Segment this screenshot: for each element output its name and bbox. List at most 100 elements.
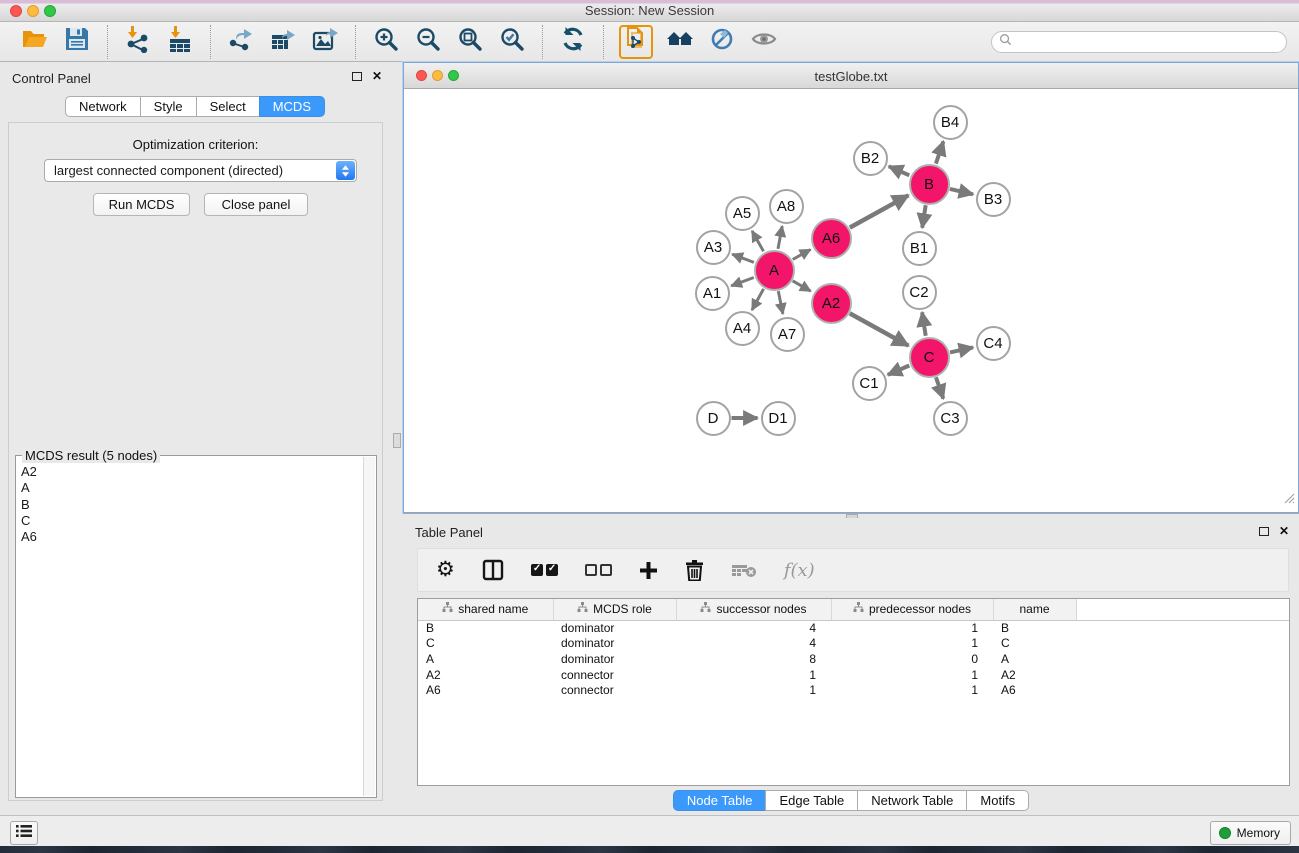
refresh-layout-button[interactable] [552,25,594,59]
tab-mcds[interactable]: MCDS [259,96,325,117]
table-cell[interactable]: C [993,636,1076,652]
network-node-A8[interactable]: A8 [769,189,804,224]
table-cell[interactable]: 1 [676,682,831,698]
unselect-all-columns-button[interactable] [585,564,612,576]
edge-A-A7[interactable] [778,291,783,314]
edge-C-C2[interactable] [922,312,926,336]
table-row[interactable]: Bdominator41B [418,620,1289,636]
network-canvas[interactable]: B4B2BB3A8A5A6A3B1AC2A1A2A4A7C4CC1C3DD1 [405,89,1297,511]
table-cell[interactable]: dominator [553,636,676,652]
edge-A6-B[interactable] [850,195,909,227]
clone-network-button[interactable] [619,25,653,59]
network-node-A3[interactable]: A3 [696,230,731,265]
show-column-button[interactable] [482,559,504,581]
edge-A-A1[interactable] [731,278,754,286]
mcds-result-item[interactable]: B [21,497,363,513]
table-cell[interactable]: connector [553,667,676,683]
home-button[interactable] [659,25,701,59]
float-panel-icon[interactable] [352,72,362,81]
mcds-result-item[interactable]: A [21,480,363,496]
open-session-button[interactable] [14,25,56,59]
select-all-columns-button[interactable] [531,564,558,576]
network-node-C4[interactable]: C4 [976,326,1011,361]
delete-table-button[interactable] [731,562,757,578]
table-cell[interactable]: A6 [418,682,553,698]
network-node-D[interactable]: D [696,401,731,436]
mcds-result-scrollbar[interactable] [363,457,375,796]
task-history-button[interactable] [10,821,38,845]
edge-B-B3[interactable] [950,189,973,194]
table-row[interactable]: Cdominator41C [418,636,1289,652]
vertical-splitter[interactable] [390,62,403,815]
export-image-button[interactable] [304,25,346,59]
table-cell[interactable]: 1 [831,667,993,683]
delete-column-button[interactable] [685,560,704,581]
table-options-button[interactable]: ⚙ [436,560,455,580]
network-node-D1[interactable]: D1 [761,401,796,436]
edge-B-B1[interactable] [922,205,926,228]
search-input[interactable] [1016,33,1286,51]
table-cell[interactable]: 0 [831,651,993,667]
network-node-C2[interactable]: C2 [902,275,937,310]
zoom-in-button[interactable] [365,25,407,59]
edge-B-B2[interactable] [889,166,910,175]
close-panel-button[interactable]: Close panel [204,193,308,216]
network-node-C1[interactable]: C1 [852,366,887,401]
network-node-A4[interactable]: A4 [725,311,760,346]
column-header-successor-nodes[interactable]: successor nodes [676,599,831,620]
tab-select[interactable]: Select [196,96,260,117]
mcds-result-item[interactable]: A6 [21,529,363,545]
node-table-body[interactable]: Bdominator41BCdominator41CAdominator80AA… [418,620,1289,698]
edge-A-A5[interactable] [752,231,764,251]
table-cell[interactable]: 1 [676,667,831,683]
table-cell[interactable]: 1 [831,682,993,698]
table-cell[interactable]: 4 [676,636,831,652]
table-cell[interactable]: A2 [418,667,553,683]
table-cell[interactable]: dominator [553,620,676,636]
zoom-selected-button[interactable] [491,25,533,59]
network-node-A5[interactable]: A5 [725,196,760,231]
edge-A-A4[interactable] [752,289,764,310]
edge-C-C1[interactable] [888,366,910,375]
table-cell[interactable]: A [418,651,553,667]
column-header-MCDS-role[interactable]: MCDS role [553,599,676,620]
node-table-header[interactable]: shared nameMCDS rolesuccessor nodesprede… [418,599,1289,620]
close-panel-icon[interactable]: ✕ [372,71,382,81]
hide-style-button[interactable] [701,25,743,59]
zoom-out-button[interactable] [407,25,449,59]
table-row[interactable]: A2connector11A2 [418,667,1289,683]
save-session-button[interactable] [56,25,98,59]
network-node-A1[interactable]: A1 [695,276,730,311]
network-node-C3[interactable]: C3 [933,401,968,436]
splitter-handle[interactable] [393,433,401,448]
tab-edge-table[interactable]: Edge Table [765,790,858,811]
export-network-button[interactable] [220,25,262,59]
table-cell[interactable]: B [993,620,1076,636]
create-column-button[interactable] [639,561,658,580]
edge-A-A6[interactable] [793,250,811,260]
edge-A-A3[interactable] [732,254,754,262]
table-row[interactable]: Adominator80A [418,651,1289,667]
network-node-A2[interactable]: A2 [811,283,852,324]
search-field[interactable] [991,31,1287,53]
network-node-A6[interactable]: A6 [811,218,852,259]
network-node-B1[interactable]: B1 [902,231,937,266]
table-cell[interactable]: A6 [993,682,1076,698]
table-cell[interactable]: 4 [676,620,831,636]
import-network-button[interactable] [117,25,159,59]
memory-button[interactable]: Memory [1210,821,1291,845]
criterion-select[interactable]: largest connected component (directed) [44,159,357,182]
close-panel-icon[interactable]: ✕ [1279,526,1289,536]
tab-motifs[interactable]: Motifs [966,790,1029,811]
export-table-button[interactable] [262,25,304,59]
edge-B-B4[interactable] [936,141,944,163]
network-node-B4[interactable]: B4 [933,105,968,140]
tab-network[interactable]: Network [65,96,141,117]
import-table-button[interactable] [159,25,201,59]
edge-A2-C[interactable] [850,313,909,345]
float-panel-icon[interactable] [1259,527,1269,536]
table-cell[interactable]: C [418,636,553,652]
network-node-A7[interactable]: A7 [770,317,805,352]
zoom-fit-button[interactable] [449,25,491,59]
column-header-predecessor-nodes[interactable]: predecessor nodes [831,599,993,620]
